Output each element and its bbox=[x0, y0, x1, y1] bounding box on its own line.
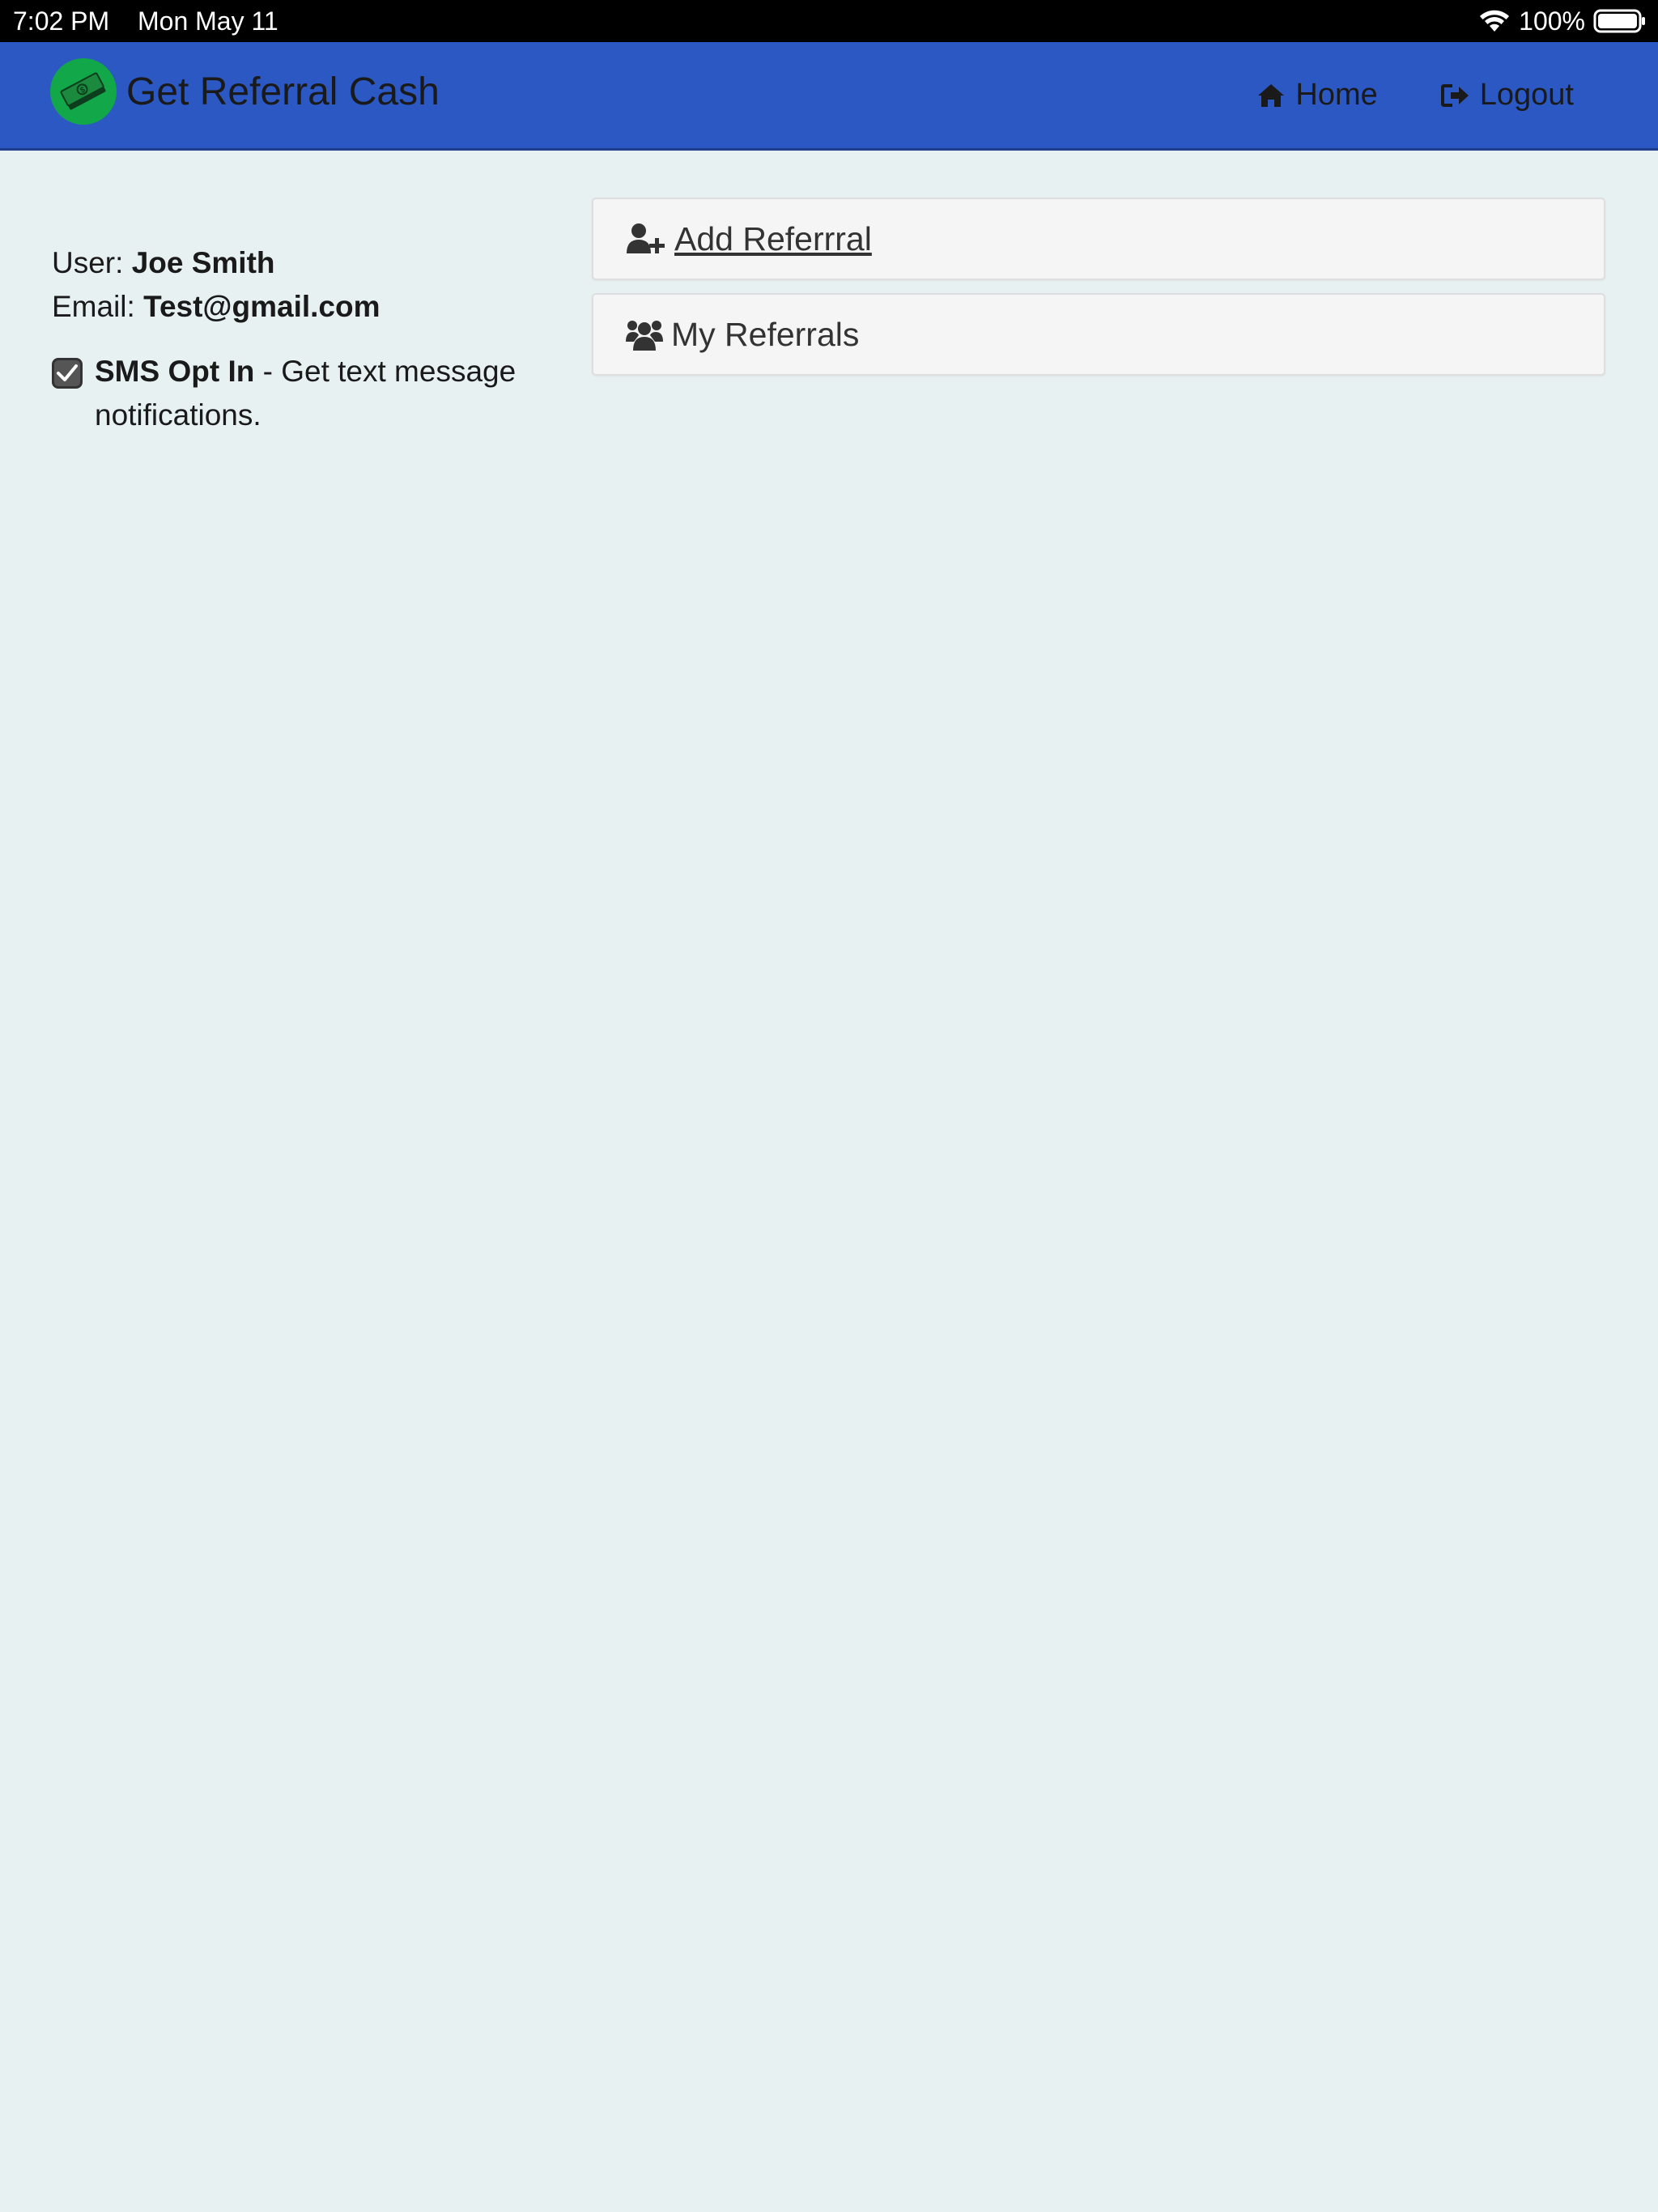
battery-icon bbox=[1593, 8, 1647, 34]
logout-icon bbox=[1440, 83, 1470, 108]
wifi-icon bbox=[1478, 9, 1511, 33]
status-bar: 7:02 PM Mon May 11 100% bbox=[0, 0, 1658, 42]
sms-opt-in: SMS Opt In - Get text message notificati… bbox=[52, 350, 554, 437]
home-label: Home bbox=[1295, 78, 1378, 112]
email-row: Email: Test@gmail.com bbox=[52, 285, 554, 329]
status-indicators: 100% bbox=[1478, 5, 1647, 37]
brand-title: Get Referral Cash bbox=[126, 70, 440, 113]
battery-percent: 100% bbox=[1519, 6, 1585, 36]
user-row: User: Joe Smith bbox=[52, 241, 554, 285]
logout-label: Logout bbox=[1479, 78, 1574, 112]
sms-opt-in-checkbox[interactable] bbox=[52, 358, 83, 389]
brand[interactable]: $ Get Referral Cash bbox=[50, 58, 440, 125]
money-icon: $ bbox=[50, 58, 117, 125]
add-referral-button[interactable]: Add Referrral bbox=[592, 198, 1605, 280]
status-date: Mon May 11 bbox=[138, 6, 278, 36]
user-email: Test@gmail.com bbox=[143, 290, 380, 323]
logout-link[interactable]: Logout bbox=[1440, 78, 1574, 113]
email-label: Email: bbox=[52, 290, 135, 323]
my-referrals-label: My Referrals bbox=[671, 315, 860, 353]
user-info: User: Joe Smith Email: Test@gmail.com SM… bbox=[52, 241, 554, 437]
add-referral-label: Add Referrral bbox=[674, 219, 872, 257]
user-label: User: bbox=[52, 246, 124, 279]
home-icon bbox=[1256, 83, 1286, 108]
my-referrals-button[interactable]: My Referrals bbox=[592, 293, 1605, 376]
home-link[interactable]: Home bbox=[1256, 78, 1378, 113]
app-navbar: $ Get Referral Cash Home Logout bbox=[0, 42, 1658, 151]
users-icon bbox=[626, 317, 663, 351]
check-icon bbox=[57, 364, 78, 381]
user-plus-icon bbox=[626, 223, 666, 255]
nav-links: Home Logout bbox=[1256, 78, 1574, 113]
user-name: Joe Smith bbox=[131, 246, 275, 279]
status-time: 7:02 PM bbox=[13, 6, 110, 36]
sms-opt-in-title: SMS Opt In bbox=[95, 355, 255, 388]
